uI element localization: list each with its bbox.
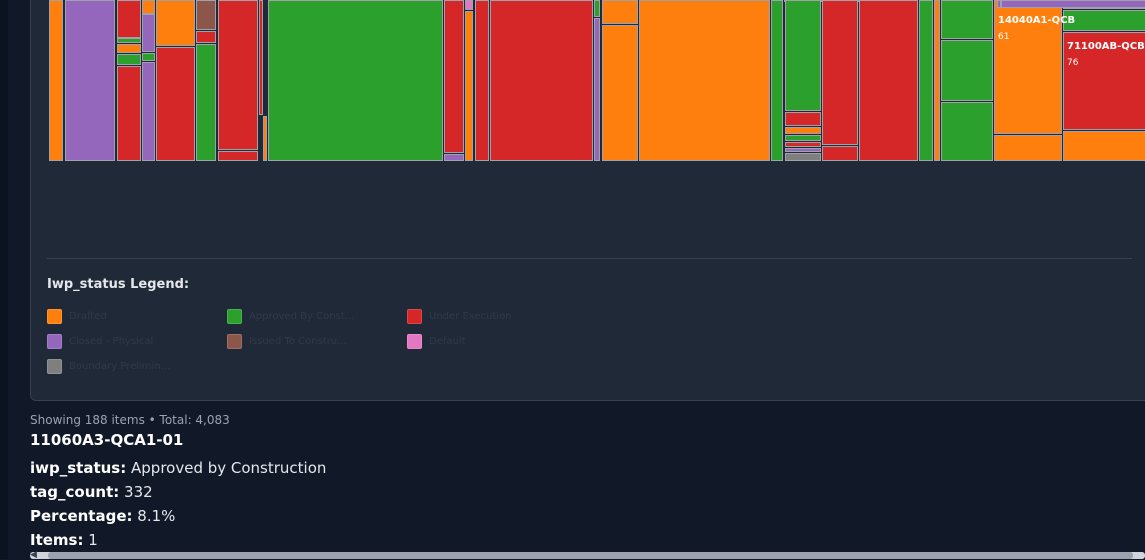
- items-value: 1: [88, 531, 98, 549]
- legend-label: Boundary Prelimin...: [69, 360, 171, 372]
- legend-swatch: [407, 333, 422, 349]
- treemap-tile[interactable]: [602, 0, 638, 24]
- treemap-tile[interactable]: [117, 54, 141, 65]
- treemap-tile[interactable]: [859, 0, 918, 161]
- legend-label: Approved By Const...: [249, 310, 355, 322]
- treemap-tile[interactable]: [65, 0, 115, 161]
- legend-item[interactable]: Drafted: [47, 307, 107, 325]
- treemap-tile-value: 61: [998, 32, 1010, 42]
- legend-swatch: [227, 308, 242, 324]
- treemap-tile[interactable]: [490, 0, 593, 161]
- treemap-tile[interactable]: [156, 0, 195, 46]
- detail-title: 11060A3-QCA1-01: [30, 431, 184, 449]
- percentage-label: Percentage:: [30, 507, 133, 525]
- legend-item[interactable]: Closed - Physical: [47, 332, 153, 350]
- treemap-tile[interactable]: [117, 44, 141, 53]
- treemap-tile[interactable]: [1001, 0, 1145, 8]
- treemap-tile[interactable]: [822, 0, 858, 145]
- treemap-tile[interactable]: [142, 62, 155, 161]
- legend-label: Under Execution: [429, 310, 512, 322]
- treemap-tile[interactable]: [196, 0, 216, 30]
- legend-item[interactable]: Boundary Prelimin...: [47, 357, 170, 375]
- legend-label: Default: [429, 335, 466, 347]
- legend-item[interactable]: Default: [407, 332, 466, 350]
- scrollbar-thumb[interactable]: [48, 552, 1133, 559]
- legend-swatch: [47, 333, 62, 349]
- treemap-tile[interactable]: [117, 0, 141, 38]
- treemap-tile[interactable]: [196, 31, 216, 43]
- legend-item[interactable]: Under Execution: [407, 307, 512, 325]
- iwp-status-label: iwp_status:: [30, 459, 127, 477]
- treemap-tile[interactable]: [941, 40, 993, 101]
- treemap-tile[interactable]: [444, 0, 464, 153]
- treemap-tile[interactable]: [268, 0, 443, 161]
- horizontal-scrollbar[interactable]: ◀: [30, 550, 1145, 560]
- treemap-tile[interactable]: [919, 0, 933, 161]
- treemap-tile[interactable]: [594, 18, 600, 161]
- tag-count-value: 332: [124, 483, 153, 501]
- legend-label: Drafted: [69, 310, 107, 322]
- treemap[interactable]: 14040A1-QCB 61 71100AB-QCB2- 76: [47, 0, 1145, 161]
- treemap-tile[interactable]: [785, 153, 821, 161]
- treemap-tile[interactable]: [444, 154, 464, 161]
- treemap-tile[interactable]: [785, 112, 821, 126]
- treemap-tile[interactable]: [785, 0, 821, 111]
- legend-divider: [47, 258, 1132, 259]
- legend-swatch: [47, 308, 62, 324]
- legend-swatch: [407, 308, 422, 324]
- treemap-tile[interactable]: [594, 0, 600, 17]
- treemap-tile[interactable]: [259, 0, 263, 115]
- detail-tag-count: tag_count: 332: [30, 483, 153, 501]
- treemap-tile[interactable]: [218, 0, 258, 150]
- treemap-tile[interactable]: [465, 0, 473, 10]
- items-label: Items:: [30, 531, 84, 549]
- treemap-tile[interactable]: [218, 151, 258, 161]
- legend-swatch: [47, 358, 62, 374]
- treemap-tile[interactable]: [117, 38, 141, 43]
- treemap-tile[interactable]: [156, 47, 195, 161]
- detail-iwp-status: iwp_status: Approved by Construction: [30, 459, 326, 477]
- treemap-tile[interactable]: [785, 148, 821, 152]
- treemap-tile[interactable]: [822, 146, 858, 161]
- treemap-tile[interactable]: [142, 53, 155, 61]
- legend-label: Issued To Constru...: [249, 335, 347, 347]
- treemap-tile-value: 76: [1067, 58, 1079, 68]
- treemap-tile[interactable]: [1063, 10, 1145, 31]
- summary-text: Showing 188 items • Total: 4,083: [30, 413, 230, 427]
- treemap-tile[interactable]: [1063, 131, 1145, 161]
- treemap-tile[interactable]: [941, 102, 993, 161]
- treemap-tile[interactable]: [785, 135, 821, 141]
- treemap-tile[interactable]: [994, 135, 1062, 161]
- treemap-tile[interactable]: [639, 0, 770, 161]
- treemap-tile[interactable]: [142, 14, 155, 52]
- legend-title: Iwp_status Legend:: [47, 277, 190, 292]
- treemap-tile-label: 14040A1-QCB: [998, 15, 1076, 26]
- treemap-tile[interactable]: [196, 44, 216, 161]
- treemap-tile[interactable]: [785, 127, 821, 134]
- treemap-tile[interactable]: [941, 0, 993, 39]
- treemap-tile[interactable]: [465, 11, 473, 161]
- legend-item[interactable]: Approved By Const...: [227, 307, 354, 325]
- treemap-tile[interactable]: [142, 0, 155, 14]
- treemap-tile-label: 71100AB-QCB2-: [1067, 41, 1145, 52]
- treemap-tile[interactable]: [117, 66, 141, 161]
- tag-count-label: tag_count:: [30, 483, 120, 501]
- left-rail: [0, 0, 8, 559]
- treemap-tile[interactable]: [785, 142, 821, 147]
- percentage-value: 8.1%: [137, 507, 176, 525]
- treemap-tile[interactable]: [934, 0, 940, 161]
- legend-label: Closed - Physical: [69, 335, 154, 347]
- legend-swatch: [227, 333, 242, 349]
- detail-items: Items: 1: [30, 531, 98, 549]
- detail-percentage: Percentage: 8.1%: [30, 507, 175, 525]
- iwp-status-value: Approved by Construction: [131, 459, 327, 477]
- legend-item[interactable]: Issued To Constru...: [227, 332, 347, 350]
- treemap-tile[interactable]: [475, 0, 489, 161]
- treemap-tile[interactable]: [771, 0, 783, 161]
- treemap-tile[interactable]: [263, 116, 267, 161]
- treemap-tile[interactable]: [602, 25, 638, 161]
- treemap-tile[interactable]: [49, 0, 63, 161]
